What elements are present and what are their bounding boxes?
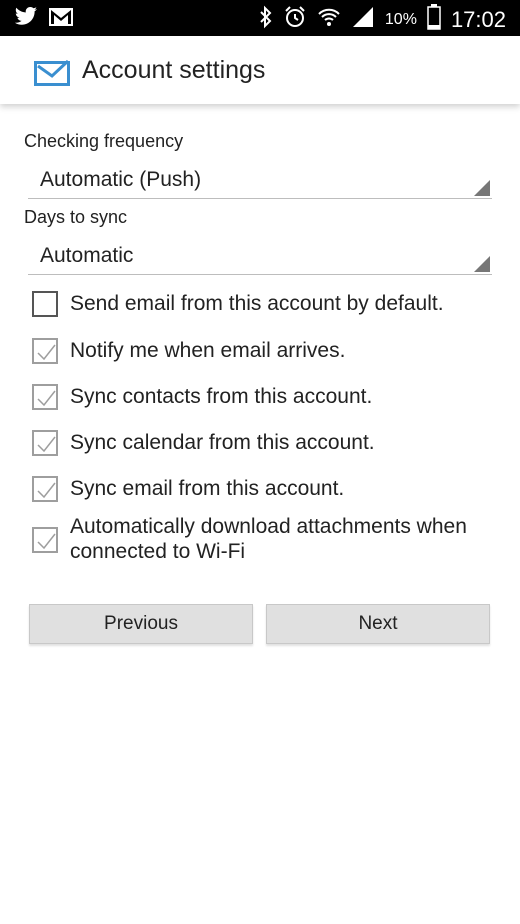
checkbox-checked[interactable] [32, 430, 58, 456]
option-notify[interactable]: Notify me when email arrives. [32, 338, 502, 366]
clock: 17:02 [450, 6, 506, 32]
dropdown-arrow-icon [474, 180, 490, 196]
option-label: Sync calendar from this account. [70, 431, 375, 454]
signal-icon [351, 5, 375, 34]
option-label: Notify me when email arrives. [70, 339, 346, 362]
checkbox[interactable] [32, 291, 58, 317]
page-title: Account settings [82, 56, 266, 84]
days-to-sync-value: Automatic [40, 244, 134, 267]
days-to-sync-dropdown[interactable]: Automatic [28, 240, 492, 275]
checking-frequency-value: Automatic (Push) [40, 168, 202, 191]
days-to-sync-label: Days to sync [24, 207, 128, 227]
checkbox-checked[interactable] [32, 384, 58, 410]
option-label: Send email from this account by default. [70, 292, 444, 315]
status-bar: 10% 17:02 [0, 0, 520, 36]
bluetooth-icon [259, 5, 273, 34]
email-icon [34, 58, 70, 91]
dropdown-arrow-icon [474, 256, 490, 272]
alarm-icon [283, 5, 307, 34]
option-label: Sync contacts from this account. [70, 385, 373, 408]
twitter-icon [14, 6, 38, 33]
action-bar: Account settings [0, 36, 520, 104]
checking-frequency-dropdown[interactable]: Automatic (Push) [28, 164, 492, 199]
battery-percent: 10% [384, 10, 417, 28]
checkbox-checked[interactable] [32, 338, 58, 364]
option-sync-contacts[interactable]: Sync contacts from this account. [32, 384, 502, 412]
option-download-attachments[interactable]: Automatically download attachments when … [32, 514, 502, 566]
checkbox-checked[interactable] [32, 476, 58, 502]
option-label: Automatically download attachments when … [70, 515, 467, 563]
battery-icon [427, 4, 441, 35]
previous-button[interactable]: Previous [29, 604, 253, 644]
gmail-icon [48, 7, 74, 32]
wifi-icon [317, 6, 341, 33]
checking-frequency-label: Checking frequency [24, 131, 184, 151]
next-button[interactable]: Next [266, 604, 490, 644]
option-send-default[interactable]: Send email from this account by default. [32, 291, 502, 319]
checkbox-checked[interactable] [32, 527, 58, 553]
option-sync-calendar[interactable]: Sync calendar from this account. [32, 430, 502, 458]
option-label: Sync email from this account. [70, 477, 345, 500]
option-sync-email[interactable]: Sync email from this account. [32, 476, 502, 504]
